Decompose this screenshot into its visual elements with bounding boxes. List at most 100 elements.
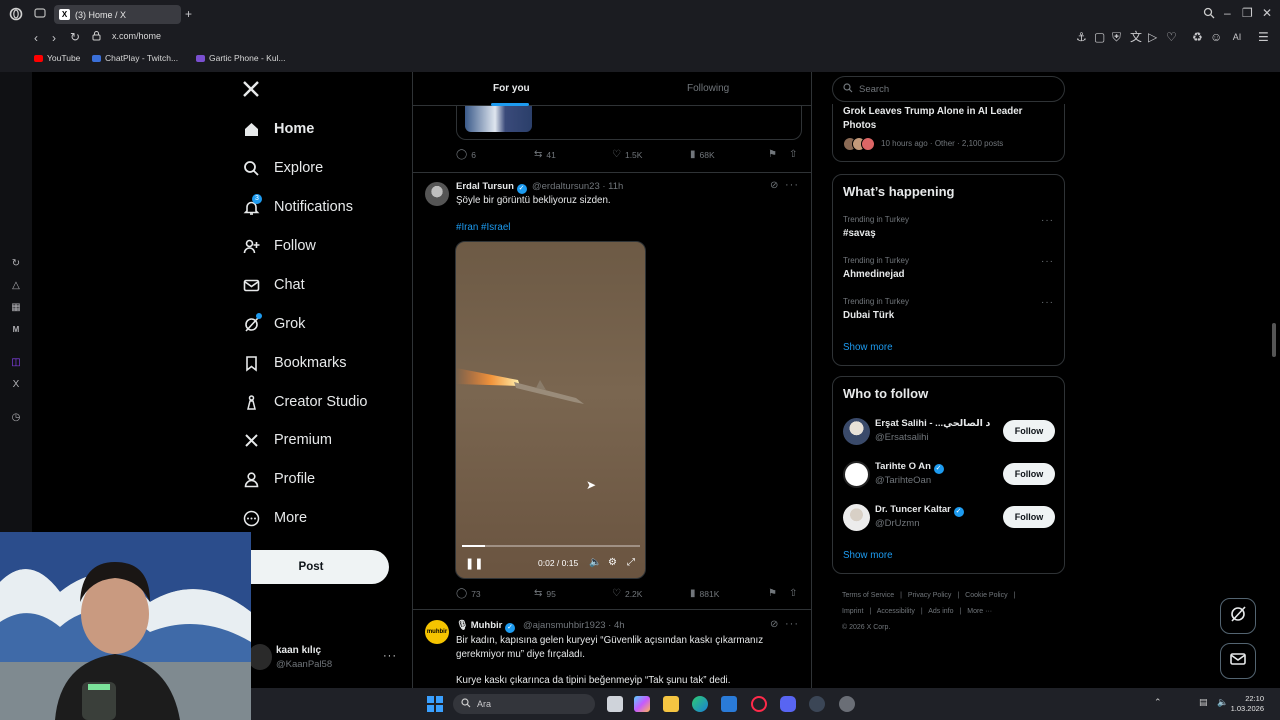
aria-icon[interactable]: △ (10, 280, 22, 292)
nav-grok[interactable]: Grok (242, 311, 305, 337)
reply-button[interactable]: ◯ 6 (456, 149, 476, 160)
settings-icon[interactable]: ⚙ (608, 557, 617, 568)
trend-more-icon[interactable]: ··· (1041, 297, 1054, 308)
x-sidebar-icon[interactable]: X (10, 379, 22, 391)
task-view-icon[interactable] (607, 696, 623, 712)
url-field[interactable]: x.com/home (112, 31, 161, 41)
share-button[interactable]: ⇧ (789, 588, 797, 599)
nav-chat[interactable]: Chat (242, 272, 305, 298)
store-icon[interactable] (721, 696, 737, 712)
account-switcher[interactable]: kaan kılıç @KaanPal58 ··· (248, 642, 403, 674)
follow-button[interactable]: Follow (1003, 506, 1055, 528)
tab-for-you[interactable]: For you (493, 83, 530, 94)
opera-logo-icon[interactable] (9, 7, 23, 24)
tab-following[interactable]: Following (687, 83, 729, 94)
bookmark-youtube[interactable]: YouTube (34, 53, 80, 63)
footer-link[interactable]: Cookie Policy (965, 592, 1007, 599)
repost-button[interactable]: ⇆ 41 (534, 149, 556, 160)
extensions-icon[interactable]: ♻ (1192, 30, 1203, 44)
tray-chevron-icon[interactable]: ⌃ (1154, 697, 1162, 708)
post-author-handle[interactable]: @ajansmuhbir1923 · 4h (523, 620, 625, 631)
menu-icon[interactable]: ☰ (1258, 30, 1269, 44)
close-icon[interactable]: ✕ (1262, 6, 1272, 20)
views-button[interactable]: ▮ 68K (690, 149, 715, 160)
follow-suggestion[interactable]: Erşat Salihi - ...د الصالحي @Ersatsalihi… (843, 417, 1055, 447)
share-button[interactable]: ⇧ (789, 149, 797, 160)
new-tab-icon[interactable]: + (185, 7, 192, 21)
adblock-shield-icon[interactable]: ⛨ (1112, 30, 1121, 44)
bookmark-button[interactable]: ⚑ (768, 588, 777, 599)
nav-explore[interactable]: Explore (242, 155, 323, 181)
post-more-icon[interactable]: ··· (785, 618, 799, 630)
fullscreen-icon[interactable]: ⤢ (627, 557, 635, 568)
play-icon[interactable]: ▷ (1148, 30, 1157, 44)
start-icon[interactable] (427, 696, 443, 712)
reload-icon[interactable]: ↻ (70, 30, 80, 44)
footer-link[interactable]: Imprint (842, 608, 863, 615)
reply-button[interactable]: ◯ 73 (456, 588, 481, 599)
nav-follow[interactable]: Follow (242, 233, 316, 259)
m-app-icon[interactable]: M (10, 324, 22, 336)
aria-ai-icon[interactable]: AI (1228, 30, 1246, 44)
bookmark-chatplay[interactable]: ChatPlay - Twitch... (92, 53, 178, 63)
post-author-handle[interactable]: @erdaltursun23 · 11h (532, 181, 623, 192)
scrollbar[interactable] (1272, 323, 1276, 357)
post-hashtags[interactable]: #Iran #Israel (456, 221, 796, 235)
footer-link[interactable]: More ··· (967, 608, 992, 615)
views-button[interactable]: ▮ 881K (690, 588, 719, 599)
show-more-link[interactable]: Show more (843, 342, 893, 353)
history-refresh-icon[interactable]: ↻ (10, 258, 22, 270)
news-panel[interactable]: Grok Leaves Trump Alone in AI Leader Pho… (832, 104, 1065, 162)
post-author-name[interactable]: Erdal Tursun ✓ (456, 181, 527, 194)
mute-icon[interactable]: 🔈 (589, 557, 601, 568)
search-input[interactable]: Search (832, 76, 1065, 102)
x-logo-icon[interactable] (242, 80, 260, 104)
file-explorer-icon[interactable] (663, 696, 679, 712)
post-button[interactable]: Post (233, 550, 389, 584)
nav-notifications[interactable]: 3 Notifications (242, 194, 353, 220)
profile-icon[interactable]: ☺ (1210, 30, 1222, 44)
twitch-icon[interactable]: ◫ (10, 357, 22, 369)
nav-home[interactable]: Home (242, 116, 314, 142)
minimize-icon[interactable]: – (1224, 6, 1231, 20)
nav-bookmarks[interactable]: Bookmarks (242, 350, 347, 376)
trend-more-icon[interactable]: ··· (1041, 215, 1054, 226)
pin-icon[interactable]: ⚓ (1076, 30, 1087, 44)
volume-icon[interactable]: 🔈 (1217, 697, 1228, 708)
discord-icon[interactable] (780, 696, 796, 712)
notes-icon[interactable]: ▦ (10, 302, 22, 314)
avatar[interactable] (425, 182, 449, 206)
news-title[interactable]: Grok Leaves Trump Alone in AI Leader Pho… (843, 105, 1048, 132)
video-player[interactable]: ➤ ❚❚ 0:02 / 0:15 🔈 ⚙ ⤢ (455, 241, 646, 579)
footer-link[interactable]: Ads info (928, 608, 953, 615)
network-icon[interactable]: ▤ (1199, 697, 1208, 708)
footer-link[interactable]: Terms of Service (842, 592, 894, 599)
post-author-name[interactable]: 🎙 Muhbir ✓ (456, 620, 516, 633)
snapshot-icon[interactable]: ▢ (1094, 30, 1105, 44)
footer-link[interactable]: Privacy Policy (908, 592, 952, 599)
steam-icon[interactable] (809, 696, 825, 712)
post-muhbir[interactable]: muhbir 🎙 Muhbir ✓ @ajansmuhbir1923 · 4h … (413, 609, 811, 688)
quoted-post-card[interactable] (456, 106, 802, 140)
like-button[interactable]: ♡ 2.2K (612, 588, 642, 599)
settings-app-icon[interactable] (839, 696, 855, 712)
video-progress-bar[interactable] (462, 545, 640, 547)
like-button[interactable]: ♡ 1.5K (612, 149, 642, 160)
translate-icon[interactable]: 文 (1130, 30, 1142, 44)
maximize-icon[interactable]: ❐ (1242, 6, 1253, 20)
bookmark-gartic-phone[interactable]: Gartic Phone - Kul... (196, 53, 286, 63)
tab-home-x[interactable]: X (3) Home / X (54, 5, 181, 24)
tab-islands-icon[interactable] (34, 7, 46, 22)
heart-icon[interactable]: ♡ (1166, 30, 1177, 44)
nav-profile[interactable]: Profile (242, 466, 315, 492)
grok-floating-button[interactable] (1220, 598, 1256, 634)
follow-suggestion[interactable]: Tarihte O An ✓ @TarihteOan Follow (843, 460, 1055, 490)
taskbar-search[interactable]: Ara (453, 694, 595, 714)
follow-button[interactable]: Follow (1003, 463, 1055, 485)
post-more-icon[interactable]: ··· (785, 179, 799, 191)
nav-premium[interactable]: Premium (242, 427, 332, 453)
pause-icon[interactable]: ❚❚ (465, 557, 483, 570)
nav-creator-studio[interactable]: Creator Studio (242, 389, 368, 415)
search-tabs-icon[interactable] (1203, 7, 1215, 22)
copilot-icon[interactable] (634, 696, 650, 712)
